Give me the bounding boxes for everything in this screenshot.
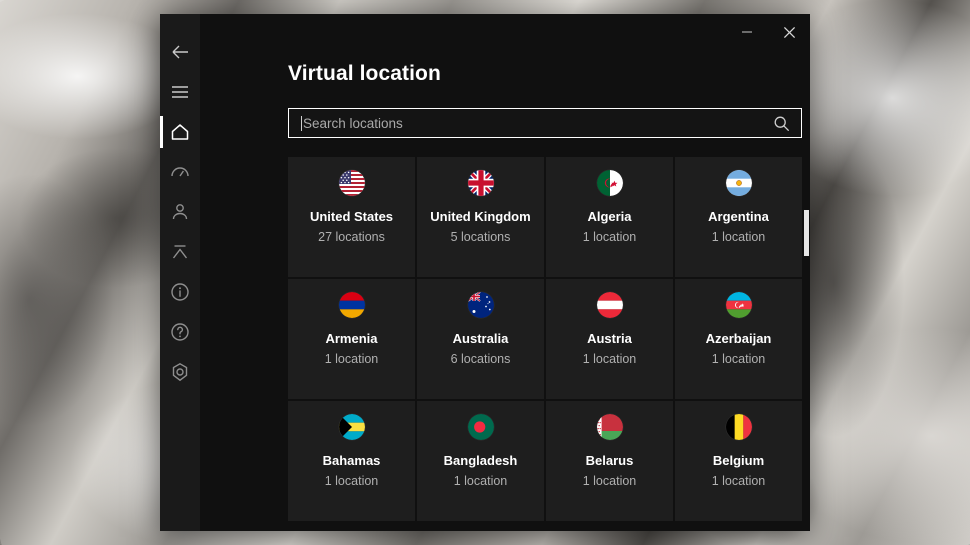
country-grid: United States 27 locations United Kingdom… (288, 157, 802, 521)
country-card[interactable]: Belgium 1 location (675, 401, 802, 521)
flag-by-icon (596, 414, 623, 440)
flag-az-icon (725, 292, 752, 318)
flag-bd-icon (467, 414, 494, 440)
sidebar-item-home[interactable] (160, 112, 200, 152)
flag-at-icon (596, 292, 623, 318)
flag-bs-icon (338, 414, 365, 440)
flag-dz-icon (596, 170, 623, 196)
country-location-count: 1 location (582, 229, 637, 244)
title-bar (200, 14, 810, 48)
country-name: Algeria (587, 209, 632, 224)
country-card[interactable]: Austria 1 location (546, 279, 673, 399)
country-location-count: 1 location (711, 351, 766, 366)
text-caret (301, 115, 302, 131)
country-location-count: 1 location (582, 351, 637, 366)
country-card[interactable]: Bahamas 1 location (288, 401, 415, 521)
country-name: Argentina (708, 209, 769, 224)
country-card[interactable]: United Kingdom 5 locations (417, 157, 544, 277)
country-location-count: 1 location (324, 473, 379, 488)
country-card[interactable]: Australia 6 locations (417, 279, 544, 399)
person-icon (169, 201, 191, 223)
search-placeholder: Search locations (303, 115, 403, 131)
info-icon (169, 281, 191, 303)
country-name: Azerbaijan (705, 331, 772, 346)
sidebar-item-help[interactable] (160, 312, 200, 352)
sidebar-item-menu[interactable] (160, 72, 200, 112)
country-location-count: 1 location (453, 473, 508, 488)
chevron-up-bar-icon (169, 241, 191, 263)
close-button[interactable] (768, 18, 810, 46)
country-card[interactable]: Bangladesh 1 location (417, 401, 544, 521)
hex-gear-icon (169, 361, 191, 383)
question-mark-icon (169, 321, 191, 343)
flag-be-icon (725, 414, 752, 440)
flag-gb-icon (467, 170, 494, 196)
minimize-icon (740, 25, 754, 39)
country-name: Belgium (712, 453, 765, 468)
search-icon[interactable] (773, 115, 790, 132)
back-arrow-icon (169, 41, 191, 63)
country-card[interactable]: Argentina 1 location (675, 157, 802, 277)
vpn-app-window: Virtual location Search locations United… (160, 14, 810, 531)
country-location-count: 1 location (711, 229, 766, 244)
sidebar-item-split-tunneling[interactable] (160, 232, 200, 272)
country-location-count: 1 location (582, 473, 637, 488)
flag-au-icon (467, 292, 494, 318)
country-card[interactable]: Algeria 1 location (546, 157, 673, 277)
country-card[interactable]: Armenia 1 location (288, 279, 415, 399)
scrollbar-thumb[interactable] (804, 210, 809, 256)
country-name: United Kingdom (430, 209, 531, 224)
sidebar-item-account[interactable] (160, 192, 200, 232)
desktop-wallpaper: Virtual location Search locations United… (0, 0, 970, 545)
country-name: Australia (452, 331, 509, 346)
country-grid-scroll-area[interactable]: United States 27 locations United Kingdom… (288, 157, 802, 531)
flag-am-icon (338, 292, 365, 318)
main-panel: Virtual location Search locations United… (200, 14, 810, 531)
sidebar-item-speed-test[interactable] (160, 152, 200, 192)
country-name: Belarus (585, 453, 634, 468)
country-location-count: 6 locations (450, 351, 511, 366)
sidebar-item-info[interactable] (160, 272, 200, 312)
sidebar-item-settings[interactable] (160, 352, 200, 392)
page-title: Virtual location (288, 62, 441, 85)
country-card[interactable]: Azerbaijan 1 location (675, 279, 802, 399)
home-icon (169, 121, 191, 143)
country-name: Armenia (325, 331, 378, 346)
country-name: Bangladesh (443, 453, 518, 468)
country-name: Bahamas (322, 453, 381, 468)
country-location-count: 27 locations (318, 229, 385, 244)
close-icon (782, 25, 797, 40)
flag-ar-icon (725, 170, 752, 196)
country-card[interactable]: United States 27 locations (288, 157, 415, 277)
search-input[interactable]: Search locations (288, 108, 802, 138)
minimize-button[interactable] (726, 18, 768, 46)
sidebar-item-back[interactable] (160, 32, 200, 72)
flag-us-icon (338, 170, 365, 196)
hamburger-menu-icon (170, 82, 190, 102)
country-name: United States (309, 209, 394, 224)
speedometer-icon (169, 161, 191, 183)
country-location-count: 1 location (711, 473, 766, 488)
country-name: Austria (587, 331, 632, 346)
sidebar (160, 14, 200, 531)
country-location-count: 5 locations (450, 229, 511, 244)
country-card[interactable]: Belarus 1 location (546, 401, 673, 521)
country-location-count: 1 location (324, 351, 379, 366)
